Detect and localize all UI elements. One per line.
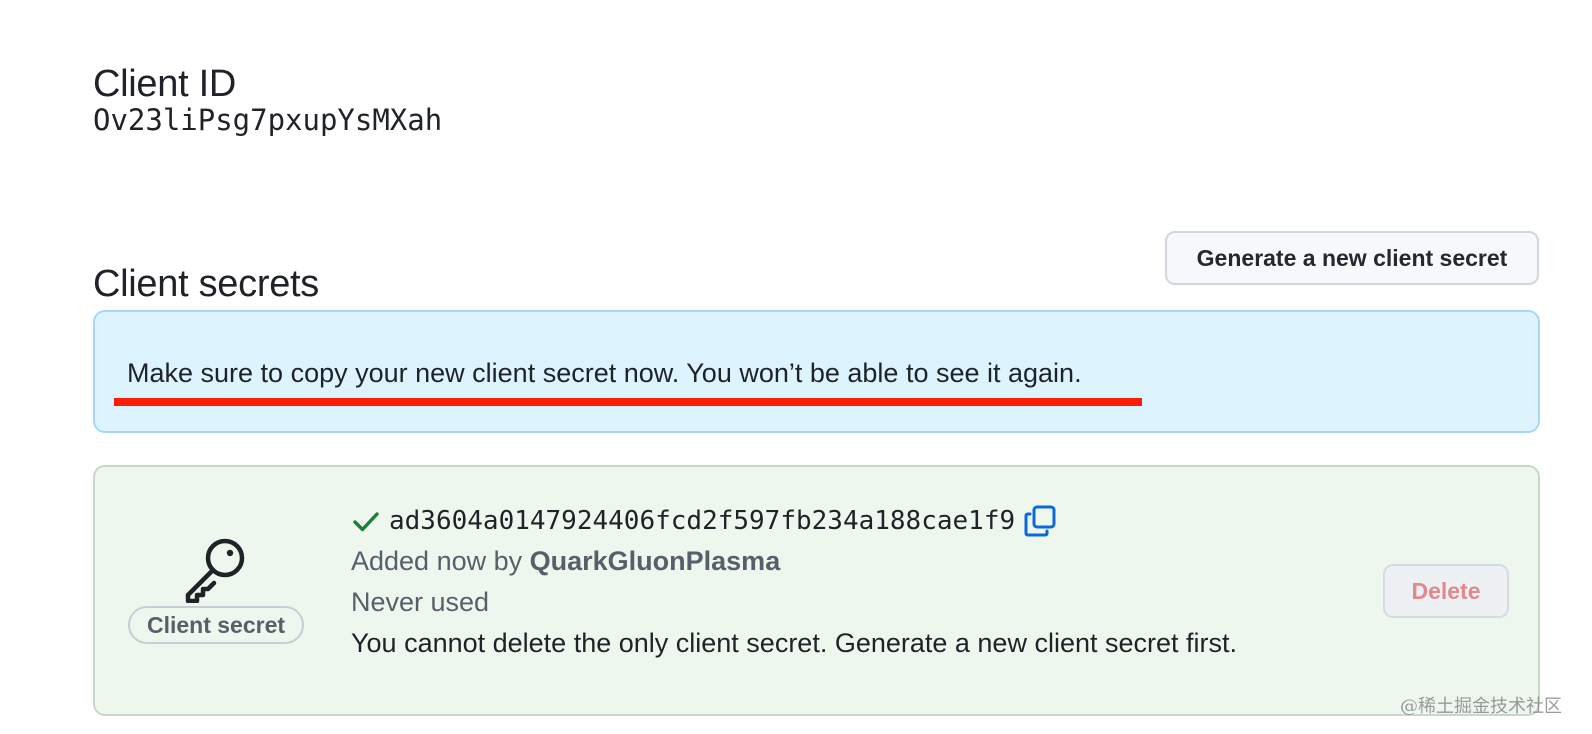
copy-icon[interactable] bbox=[1023, 504, 1057, 538]
delete-restriction-notice: You cannot delete the only client secret… bbox=[351, 628, 1238, 658]
added-prefix: Added now by bbox=[351, 546, 530, 576]
secret-value-row: ad3604a0147924406fcd2f597fb234a188cae1f9 bbox=[351, 501, 1057, 541]
usage-status: Never used bbox=[351, 587, 490, 617]
key-icon bbox=[185, 538, 245, 603]
delete-secret-button[interactable]: Delete bbox=[1383, 564, 1509, 618]
check-icon bbox=[353, 512, 379, 532]
client-id-value: Ov23liPsg7pxupYsMXah bbox=[93, 103, 443, 137]
watermark: @稀土掘金技术社区 bbox=[1400, 696, 1562, 717]
client-secret-card: Client secret ad3604a0147924406fcd2f597f… bbox=[93, 465, 1540, 716]
client-secret-badge: Client secret bbox=[128, 606, 304, 644]
red-annotation-underline bbox=[114, 398, 1142, 406]
added-by-line: Added now by QuarkGluonPlasma bbox=[351, 543, 780, 579]
client-secret-value: ad3604a0147924406fcd2f597fb234a188cae1f9 bbox=[389, 506, 1016, 536]
generate-client-secret-button[interactable]: Generate a new client secret bbox=[1165, 231, 1539, 285]
client-secrets-heading: Client secrets bbox=[93, 262, 319, 305]
copy-secret-flash: Make sure to copy your new client secret… bbox=[93, 310, 1540, 433]
flash-message: Make sure to copy your new client secret… bbox=[127, 358, 1082, 388]
added-by-user: QuarkGluonPlasma bbox=[529, 546, 781, 576]
